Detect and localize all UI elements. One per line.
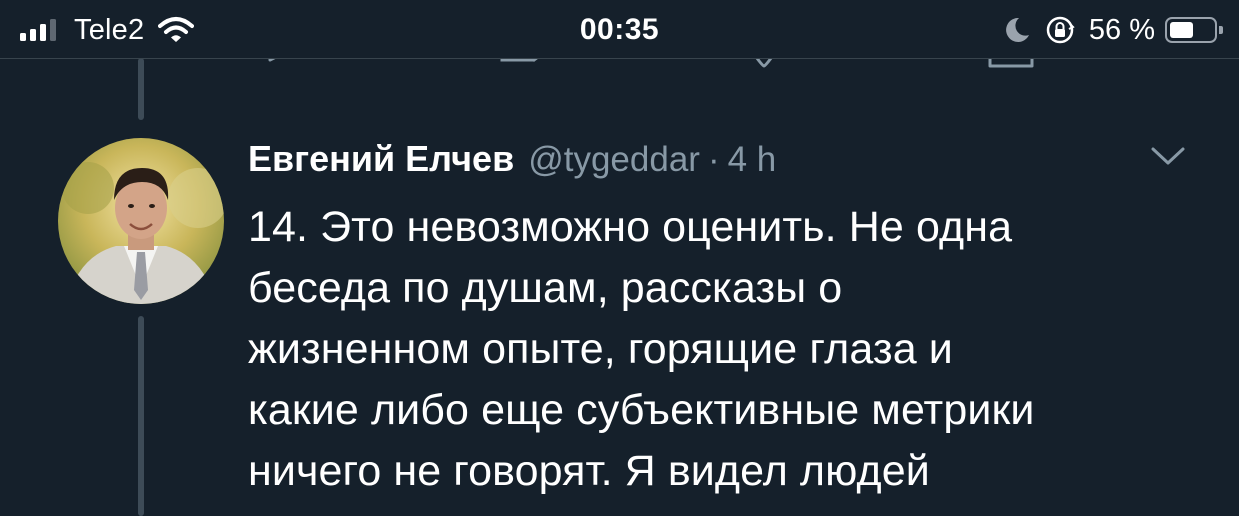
author-handle[interactable]: @tygeddar [528,140,700,180]
tweet-text-line: жизненном опыте, горящие глаза и [248,325,953,373]
clock: 00:35 [579,13,660,46]
signal-icon [20,19,60,41]
tweet-text: 14. Это невозможно оценить. Не одна бесе… [248,197,1208,502]
separator-dot: · [707,140,720,179]
thread-line-bottom [138,316,144,516]
tweet-age[interactable]: 4 h [728,140,777,180]
tweet-text-line: беседа по душам, рассказы о [248,264,843,312]
author-name[interactable]: Евгений Елчев [248,138,514,180]
chevron-down-icon[interactable] [1150,145,1186,167]
tweet-text-line: ничего не говорят. Я видел людей [248,447,930,495]
tweet-text-line: 14. Это невозможно оценить. Не одна [248,203,1013,251]
battery-icon [1165,17,1223,43]
moon-icon [1005,17,1029,42]
orientation-lock-icon [1046,16,1075,44]
battery-percentage: 56 % [1088,13,1155,46]
wifi-icon [158,17,195,42]
status-bar: Tele2 00:35 56 % [0,0,1239,59]
avatar[interactable] [58,138,224,304]
tweet-text-line: какие либо еще субъективные метрики [248,386,1035,434]
carrier-name: Tele2 [74,13,145,46]
tweet-header: Евгений Елчев @tygeddar · 4 h [248,138,776,184]
